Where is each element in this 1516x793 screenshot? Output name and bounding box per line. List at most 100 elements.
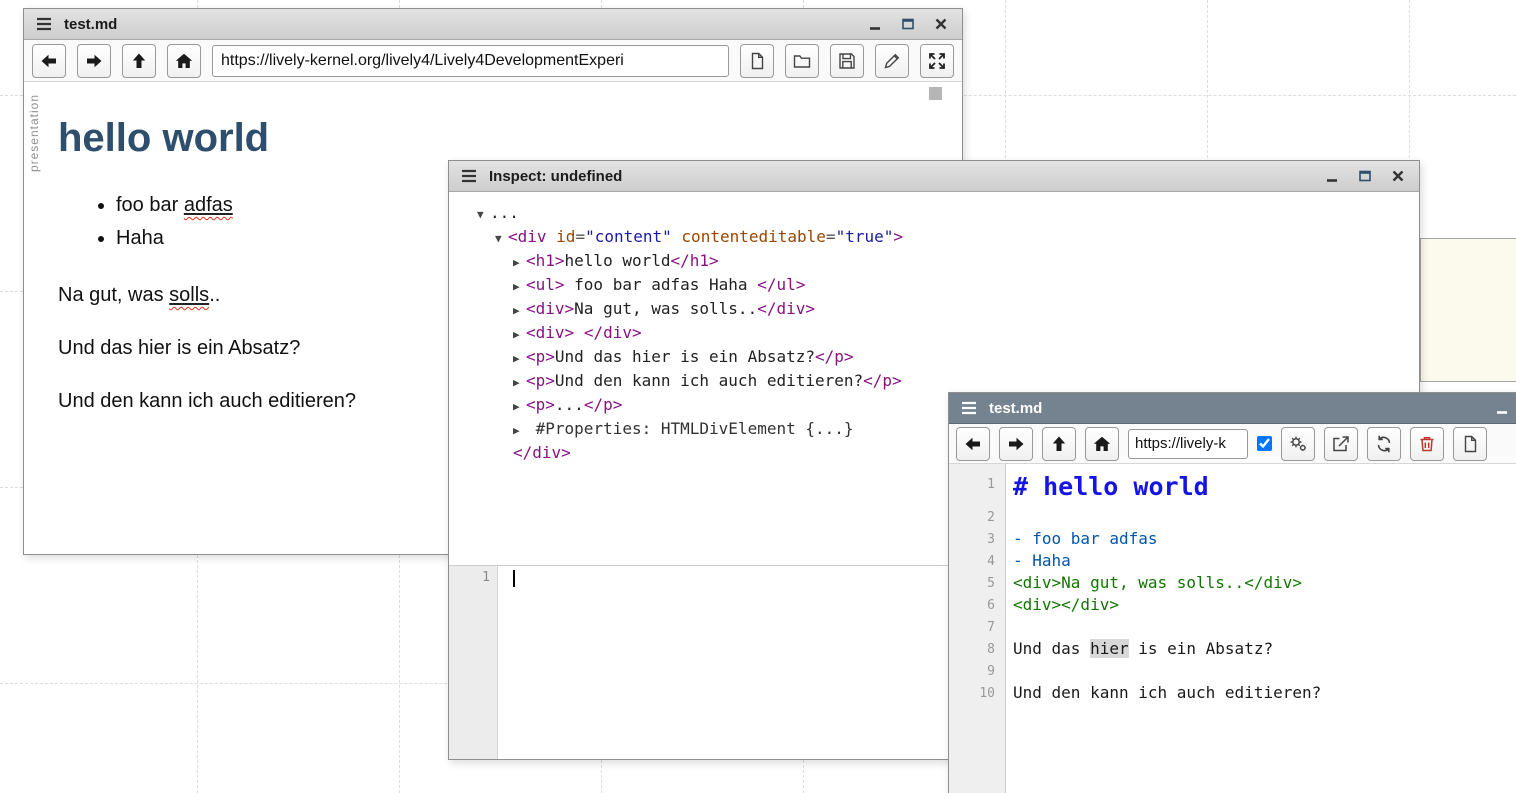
forward-button[interactable] [999, 427, 1033, 461]
tree-expand-arrow-icon[interactable]: ▶ [513, 396, 526, 418]
markdown-heading: hello world [58, 116, 922, 161]
tree-line[interactable]: ▶<p>Und den kann ich auch editieren?</p> [477, 370, 1419, 394]
edit-button[interactable] [875, 44, 909, 78]
paragraph-text: Na gut, was [58, 284, 169, 306]
code-line[interactable]: 2 [949, 506, 1516, 528]
gears-icon [1288, 434, 1308, 454]
code-line[interactable]: 7 [949, 616, 1516, 638]
code-line[interactable]: 4- Haha [949, 550, 1516, 572]
new-file-button[interactable] [1453, 427, 1487, 461]
code-line[interactable]: 9 [949, 660, 1516, 682]
misspelled-word: adfas [184, 194, 233, 216]
minimize-button[interactable] [1490, 397, 1514, 419]
tree-token-text [574, 323, 584, 342]
code-line[interactable]: 1 # hello world [949, 468, 1516, 506]
maximize-button[interactable] [896, 13, 920, 35]
url-input[interactable] [212, 45, 729, 77]
up-button[interactable] [1042, 427, 1076, 461]
code-line[interactable]: 8Und das hier is ein Absatz? [949, 638, 1516, 660]
presentation-tab[interactable]: presentation [27, 94, 41, 172]
tree-token-tag: <ul> [526, 275, 565, 294]
tree-token-tag: </ul> [757, 275, 805, 294]
tree-line[interactable]: ▶<p>Und das hier is ein Absatz?</p> [477, 346, 1419, 370]
tree-line[interactable]: ▼<div id="content" contenteditable="true… [477, 226, 1419, 250]
fullscreen-button[interactable] [920, 44, 954, 78]
tree-expand-arrow-icon[interactable]: ▶ [513, 252, 526, 274]
tree-token-text: Und den kann ich auch editieren? [555, 371, 863, 390]
tree-token-text: Und das hier is ein Absatz? [555, 347, 815, 366]
tree-expand-arrow-icon[interactable]: ▶ [513, 372, 526, 394]
tree-line[interactable]: ▶<h1>hello world</h1> [477, 250, 1419, 274]
tree-expand-arrow-icon[interactable]: ▼ [495, 228, 508, 250]
editor-toolbar [949, 424, 1516, 464]
close-button[interactable] [1386, 165, 1410, 187]
up-button[interactable] [122, 44, 156, 78]
minimize-icon [867, 16, 883, 32]
line-number: 8 [949, 638, 1005, 660]
tree-token-text: Na gut, was solls.. [574, 299, 757, 318]
markdown-editor[interactable]: 1 # hello world 23- foo bar adfas4- Haha5<… [949, 464, 1516, 793]
tree-line[interactable]: ▼... [477, 202, 1419, 226]
hamburger-icon [460, 167, 478, 185]
tree-expand-arrow-icon[interactable]: ▶ [513, 276, 526, 298]
window-menu-button[interactable] [33, 13, 55, 35]
tree-token-tag: </div> [584, 323, 642, 342]
tree-line[interactable]: ▶<div> </div> [477, 322, 1419, 346]
refresh-icon [1374, 434, 1394, 454]
code-text: - foo bar adfas [1005, 528, 1158, 550]
code-text: - Haha [1005, 550, 1071, 572]
tree-expand-arrow-icon[interactable]: ▶ [513, 420, 526, 442]
minimize-icon [1494, 400, 1510, 416]
home-button[interactable] [1085, 427, 1119, 461]
save-button[interactable] [830, 44, 864, 78]
file-icon [747, 51, 767, 71]
close-button[interactable] [929, 13, 953, 35]
maximize-button[interactable] [1353, 165, 1377, 187]
trash-icon [1417, 434, 1437, 454]
editor-titlebar[interactable]: test.md [949, 393, 1516, 424]
new-file-button[interactable] [740, 44, 774, 78]
back-button[interactable] [956, 427, 990, 461]
forward-button[interactable] [77, 44, 111, 78]
tree-line[interactable]: ▶<ul> foo bar adfas Haha </ul> [477, 274, 1419, 298]
window-menu-button[interactable] [458, 165, 480, 187]
tree-expand-arrow-icon[interactable]: ▶ [513, 324, 526, 346]
back-button[interactable] [32, 44, 66, 78]
code-text: Und das hier is ein Absatz? [1005, 638, 1273, 660]
line-number: 6 [949, 594, 1005, 616]
desktop: test.md [0, 0, 1516, 793]
tree-expand-arrow-icon[interactable]: ▶ [513, 300, 526, 322]
scrollbar-thumb[interactable] [929, 87, 942, 100]
minimize-button[interactable] [1320, 165, 1344, 187]
line-number: 1 [949, 468, 1005, 506]
minimize-button[interactable] [863, 13, 887, 35]
tree-expand-arrow-icon[interactable]: ▼ [477, 204, 490, 226]
tree-token-tag: <h1> [526, 251, 565, 270]
code-line[interactable]: 10Und den kann ich auch editieren? [949, 682, 1516, 704]
reload-button[interactable] [1367, 427, 1401, 461]
delete-button[interactable] [1410, 427, 1444, 461]
line-number: 3 [949, 528, 1005, 550]
auto-update-checkbox[interactable] [1257, 436, 1272, 451]
viewer-titlebar[interactable]: test.md [24, 9, 962, 40]
paragraph-text: Und das hier is ein Absatz? [58, 337, 300, 359]
code-line[interactable]: 3- foo bar adfas [949, 528, 1516, 550]
tree-token-plain: ... [490, 203, 519, 222]
forward-icon [84, 51, 104, 71]
home-icon [1092, 434, 1112, 454]
code-line[interactable]: 6<div></div> [949, 594, 1516, 616]
tree-token-tag: <p> [526, 347, 555, 366]
window-menu-button[interactable] [958, 397, 980, 419]
tree-line[interactable]: ▶<div>Na gut, was solls..</div> [477, 298, 1419, 322]
tree-expand-arrow-icon[interactable]: ▶ [513, 348, 526, 370]
code-line[interactable]: 5<div>Na gut, was solls..</div> [949, 572, 1516, 594]
url-input[interactable] [1128, 429, 1248, 459]
code-token: # hello world [1013, 472, 1209, 501]
open-external-button[interactable] [1324, 427, 1358, 461]
inspector-titlebar[interactable]: Inspect: undefined [449, 161, 1419, 192]
misspelled-word: solls [169, 284, 209, 306]
fullscreen-icon [927, 51, 947, 71]
directory-button[interactable] [785, 44, 819, 78]
home-button[interactable] [167, 44, 201, 78]
settings-button[interactable] [1281, 427, 1315, 461]
